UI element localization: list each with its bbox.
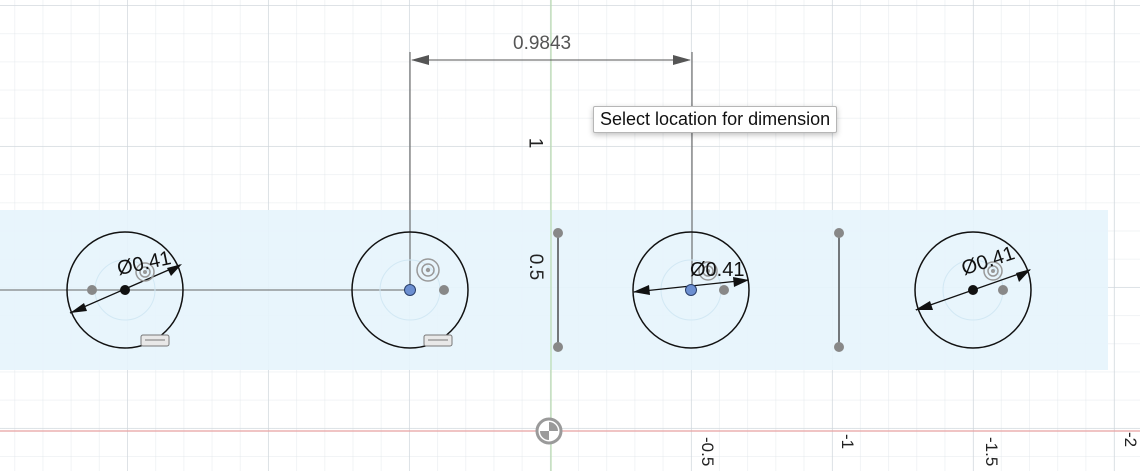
ruler-tick-label: -1.5 <box>982 437 1001 467</box>
ruler-tick-label: -2 <box>1121 432 1140 448</box>
horizontal-constraint-icon[interactable] <box>140 334 170 347</box>
circle-1-center-point[interactable] <box>120 285 130 295</box>
sketch-canvas[interactable]: 0.9843 1 0.5 Ø0.41 Ø0.41 Ø0.41 -0.5 -1 -… <box>0 0 1140 471</box>
tooltip: Select location for dimension <box>593 106 838 133</box>
line-1-endpoint-top[interactable] <box>553 228 563 238</box>
circle-2-aux-point[interactable] <box>439 285 449 295</box>
circle-4-aux-point[interactable] <box>998 285 1008 295</box>
circle-2-center-point[interactable] <box>404 284 416 296</box>
circle-4-center-point[interactable] <box>968 285 978 295</box>
line-1-endpoint-bottom[interactable] <box>553 342 563 352</box>
dimension-arrow-left <box>411 55 429 65</box>
y-axis-label-middle: 0.5 <box>525 253 547 281</box>
line-2-endpoint-top[interactable] <box>834 228 844 238</box>
circle-3-aux-point[interactable] <box>719 285 729 295</box>
dimension-arrow-right <box>673 55 691 65</box>
origin-icon[interactable] <box>535 417 563 445</box>
ruler-tick-label: -1 <box>838 434 857 450</box>
circle-1-aux-point[interactable] <box>87 285 97 295</box>
horizontal-constraint-icon[interactable] <box>423 334 453 347</box>
diameter-label[interactable]: Ø0.41 <box>690 259 744 282</box>
circle-3-center-point[interactable] <box>685 284 697 296</box>
y-axis-label-upper: 1 <box>524 137 546 149</box>
dimension-value[interactable]: 0.9843 <box>513 33 571 55</box>
ruler-tick-label: -0.5 <box>698 437 717 467</box>
sketch-geometry[interactable] <box>0 0 1140 471</box>
line-2-endpoint-bottom[interactable] <box>834 342 844 352</box>
